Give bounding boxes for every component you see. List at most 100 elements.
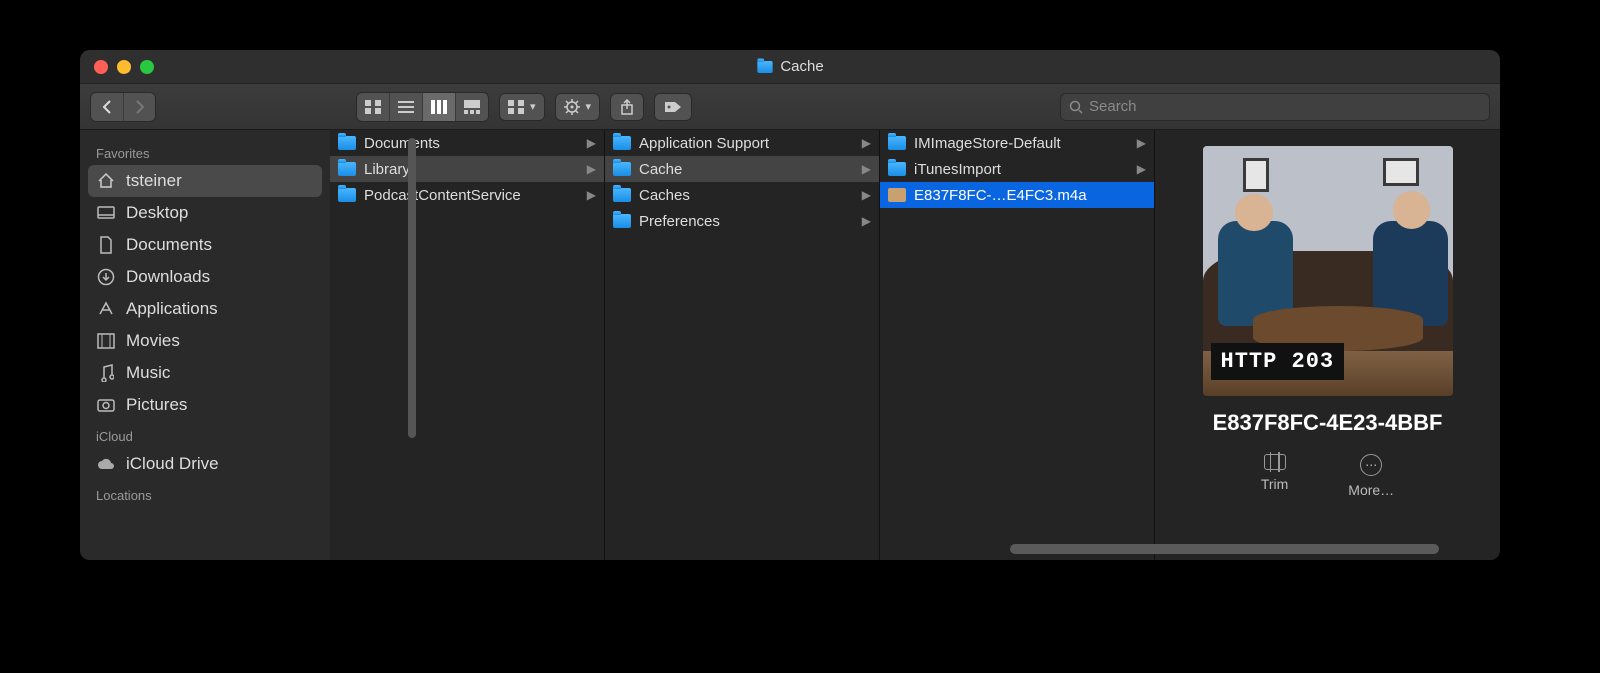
folder-icon [758, 61, 773, 73]
main-area: Favorites tsteiner Desktop Documents Dow… [80, 130, 1500, 560]
sidebar-scrollbar[interactable] [408, 138, 416, 460]
window-title-text: Cache [780, 58, 823, 75]
close-button[interactable] [94, 60, 108, 74]
sidebar: Favorites tsteiner Desktop Documents Dow… [80, 130, 330, 560]
row-label: IMImageStore-Default [914, 135, 1129, 152]
column-1[interactable]: Documents ▶ Library ▶ PodcastContentServ… [330, 130, 605, 560]
row-label: Caches [639, 187, 854, 204]
sidebar-section-locations: Locations [80, 480, 330, 507]
search-field[interactable] [1060, 93, 1490, 121]
folder-icon [613, 162, 631, 176]
chevron-right-icon: ▶ [587, 136, 596, 150]
chevron-right-icon: ▶ [862, 214, 871, 228]
sidebar-item-music[interactable]: Music [80, 357, 330, 389]
more-icon: ⋯ [1360, 454, 1382, 476]
trim-button[interactable]: Trim [1261, 454, 1288, 498]
row-label: iTunesImport [914, 161, 1129, 178]
sidebar-item-label: iCloud Drive [126, 454, 219, 474]
preview-pane: HTTP 203 E837F8FC-4E23-4BBF Trim ⋯ More… [1155, 130, 1500, 560]
sidebar-item-home[interactable]: tsteiner [88, 165, 322, 197]
search-input[interactable] [1089, 98, 1481, 115]
folder-row[interactable]: IMImageStore-Default ▶ [880, 130, 1154, 156]
finder-window: Cache [80, 50, 1500, 560]
file-row[interactable]: E837F8FC-…E4FC3.m4a [880, 182, 1154, 208]
toolbar: ▾ ▾ [80, 84, 1500, 130]
chevron-down-icon: ▾ [586, 100, 592, 113]
row-label: Cache [639, 161, 854, 178]
trim-icon [1264, 454, 1286, 470]
sidebar-item-desktop[interactable]: Desktop [80, 197, 330, 229]
more-button[interactable]: ⋯ More… [1348, 454, 1394, 498]
folder-row[interactable]: PodcastContentService ▶ [330, 182, 604, 208]
sidebar-item-label: Music [126, 363, 170, 383]
folder-icon [888, 136, 906, 150]
folder-icon [338, 188, 356, 202]
row-label: Application Support [639, 135, 854, 152]
arrange-button[interactable]: ▾ [499, 93, 545, 121]
folder-icon [338, 162, 356, 176]
folder-row[interactable]: Documents ▶ [330, 130, 604, 156]
sidebar-item-label: Desktop [126, 203, 188, 223]
row-label: PodcastContentService [364, 187, 579, 204]
column-3[interactable]: IMImageStore-Default ▶ iTunesImport ▶ E8… [880, 130, 1155, 560]
minimize-button[interactable] [117, 60, 131, 74]
window-controls [94, 60, 154, 74]
sidebar-item-label: Downloads [126, 267, 210, 287]
share-button[interactable] [610, 93, 644, 121]
sidebar-item-movies[interactable]: Movies [80, 325, 330, 357]
back-button[interactable] [91, 93, 123, 121]
gallery-view-button[interactable] [455, 93, 488, 121]
folder-row[interactable]: Preferences ▶ [605, 208, 879, 234]
pictures-icon [96, 397, 116, 413]
sidebar-item-label: Pictures [126, 395, 187, 415]
sidebar-item-label: Applications [126, 299, 218, 319]
sidebar-item-icloud-drive[interactable]: iCloud Drive [80, 448, 330, 480]
sidebar-item-label: Documents [126, 235, 212, 255]
list-view-button[interactable] [389, 93, 422, 121]
row-label: Documents [364, 135, 579, 152]
row-label: Library [364, 161, 579, 178]
downloads-icon [96, 268, 116, 286]
folder-icon [613, 214, 631, 228]
folder-row[interactable]: Library ▶ [330, 156, 604, 182]
column-2[interactable]: Application Support ▶ Cache ▶ Caches ▶ P… [605, 130, 880, 560]
preview-actions: Trim ⋯ More… [1261, 454, 1394, 498]
forward-button[interactable] [123, 93, 155, 121]
row-label: Preferences [639, 213, 854, 230]
icon-view-button[interactable] [357, 93, 389, 121]
column-view-button[interactable] [422, 93, 455, 121]
folder-icon [613, 136, 631, 150]
folder-row[interactable]: iTunesImport ▶ [880, 156, 1154, 182]
sidebar-item-label: tsteiner [126, 171, 182, 191]
preview-thumbnail: HTTP 203 [1203, 146, 1453, 396]
home-icon [96, 172, 116, 190]
folder-row[interactable]: Caches ▶ [605, 182, 879, 208]
sidebar-item-downloads[interactable]: Downloads [80, 261, 330, 293]
folder-row[interactable]: Application Support ▶ [605, 130, 879, 156]
folder-row[interactable]: Cache ▶ [605, 156, 879, 182]
sidebar-item-documents[interactable]: Documents [80, 229, 330, 261]
sidebar-section-favorites: Favorites [80, 138, 330, 165]
chevron-right-icon: ▶ [862, 136, 871, 150]
documents-icon [96, 236, 116, 254]
view-mode-buttons [356, 92, 489, 122]
preview-filename: E837F8FC-4E23-4BBF [1177, 410, 1478, 436]
chevron-right-icon: ▶ [587, 162, 596, 176]
applications-icon [96, 300, 116, 318]
tags-button[interactable] [654, 93, 692, 121]
folder-icon [338, 136, 356, 150]
sidebar-item-pictures[interactable]: Pictures [80, 389, 330, 421]
folder-icon [888, 162, 906, 176]
movies-icon [96, 333, 116, 349]
action-button[interactable]: ▾ [555, 93, 601, 121]
more-label: More… [1348, 482, 1394, 498]
column-browser: Documents ▶ Library ▶ PodcastContentServ… [330, 130, 1500, 560]
sidebar-item-applications[interactable]: Applications [80, 293, 330, 325]
chevron-right-icon: ▶ [587, 188, 596, 202]
desktop-icon [96, 205, 116, 221]
search-icon [1069, 100, 1083, 114]
cloud-icon [96, 457, 116, 471]
row-label: E837F8FC-…E4FC3.m4a [914, 187, 1146, 204]
zoom-button[interactable] [140, 60, 154, 74]
horizontal-scrollbar[interactable] [410, 544, 1482, 554]
